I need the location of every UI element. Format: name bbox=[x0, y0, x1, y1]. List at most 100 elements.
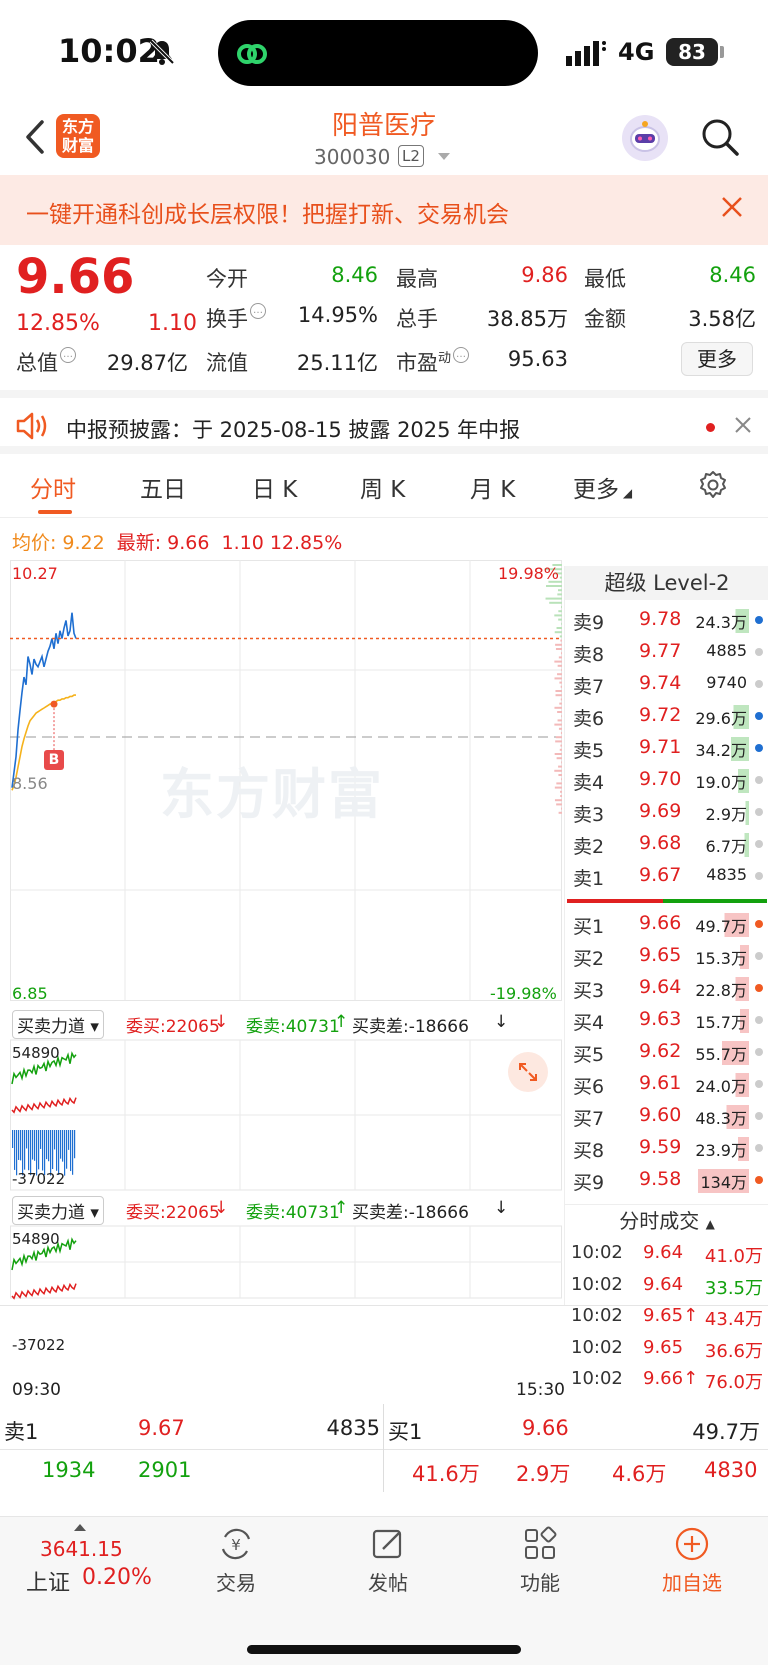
battery-tip bbox=[720, 46, 724, 58]
tab-intraday[interactable]: 分时 bbox=[30, 470, 76, 504]
ask-row[interactable]: 卖8 9.77 4885 bbox=[565, 636, 768, 668]
price-volume-bar bbox=[559, 635, 562, 638]
bid-row[interactable]: 买4 9.63 15.7万 bbox=[565, 1004, 768, 1036]
force-diff-bar bbox=[50, 1130, 52, 1176]
bid-volume: 15.3万 bbox=[693, 945, 749, 969]
nav-post[interactable]: 发帖 bbox=[328, 1525, 448, 1596]
more-button[interactable]: 更多 bbox=[681, 342, 753, 376]
turnover-label[interactable]: 换手… bbox=[206, 303, 266, 333]
trade-volume: 41.0万 bbox=[704, 1246, 763, 1267]
gear-icon[interactable] bbox=[698, 470, 728, 500]
summary-buy-vol: 49.7万 bbox=[692, 1420, 760, 1444]
bid-row[interactable]: 买1 9.66 49.7万 bbox=[565, 908, 768, 940]
price-volume-bar bbox=[554, 677, 562, 680]
status-dot bbox=[755, 776, 763, 784]
tab-weekly-k[interactable]: 周 K bbox=[360, 470, 405, 504]
trade-price: 9.64 bbox=[643, 1273, 684, 1295]
bid-label: 买4 bbox=[573, 1012, 605, 1034]
tab-five-day[interactable]: 五日 bbox=[140, 470, 186, 504]
bid-row[interactable]: 买2 9.65 15.3万 bbox=[565, 940, 768, 972]
ask-volume: 9740 bbox=[706, 673, 747, 692]
bid-label: 买8 bbox=[573, 1140, 605, 1162]
index-pct[interactable]: 0.20% bbox=[82, 1565, 152, 1590]
notice-text[interactable]: 中报预披露：于 2025-08-15 披露 2025 年中报 bbox=[66, 414, 520, 444]
ask-row[interactable]: 卖9 9.78 24.3万 bbox=[565, 604, 768, 636]
ask-row[interactable]: 卖3 9.69 2.9万 bbox=[565, 796, 768, 828]
bid-row[interactable]: 买5 9.62 55.7万 bbox=[565, 1036, 768, 1068]
intraday-chart[interactable]: 东方财富 10.27 19.98% 8.56 6.85 -19.98% B 买卖… bbox=[10, 560, 562, 1305]
price-volume-bar bbox=[560, 732, 562, 734]
ask-row[interactable]: 卖1 9.67 4835 bbox=[565, 860, 768, 892]
tab-monthly-k[interactable]: 月 K bbox=[470, 470, 515, 504]
pe-label[interactable]: 市盈动… bbox=[396, 347, 470, 377]
status-dot bbox=[755, 1112, 763, 1120]
tab-more[interactable]: 更多 ◢ bbox=[573, 470, 632, 504]
promo-banner[interactable]: 一键开通科创成长层权限！把握打新、交易机会 bbox=[0, 175, 768, 245]
price-volume-bar bbox=[561, 807, 562, 810]
tab-daily-k[interactable]: 日 K bbox=[252, 470, 297, 504]
level2-tag[interactable]: L2 bbox=[398, 145, 424, 167]
ask-row[interactable]: 卖2 9.68 6.7万 bbox=[565, 828, 768, 860]
price-volume-bar bbox=[554, 753, 562, 755]
summary-right-d: 4830 bbox=[704, 1458, 758, 1482]
search-icon[interactable] bbox=[700, 117, 740, 157]
index-value[interactable]: 3641.15 bbox=[40, 1537, 123, 1561]
close-icon[interactable] bbox=[734, 416, 752, 434]
nav-functions[interactable]: 功能 bbox=[480, 1525, 600, 1596]
promo-banner-text[interactable]: 一键开通科创成长层权限！把握打新、交易机会 bbox=[26, 195, 509, 229]
price-volume-bar bbox=[554, 614, 562, 617]
ask-row[interactable]: 卖7 9.74 9740 bbox=[565, 668, 768, 700]
info-icon[interactable]: … bbox=[60, 347, 76, 363]
last-price: 9.66 bbox=[16, 249, 135, 305]
summary-buy-label: 买1 bbox=[388, 1420, 423, 1444]
level2-title[interactable]: 超级 Level-2 bbox=[565, 566, 768, 600]
bid-price: 9.59 bbox=[639, 1136, 682, 1158]
ask-row[interactable]: 卖6 9.72 29.6万 bbox=[565, 700, 768, 732]
force-diff-bar bbox=[12, 1130, 14, 1148]
last-pct: 12.85% bbox=[269, 532, 343, 554]
ask-row[interactable]: 卖4 9.70 19.0万 bbox=[565, 764, 768, 796]
price-volume-bar bbox=[559, 681, 562, 684]
chart-tabs: 分时 五日 日 K 周 K 月 K 更多 ◢ bbox=[0, 454, 768, 518]
ask-price: 9.74 bbox=[639, 672, 682, 694]
bid-row[interactable]: 买6 9.61 24.0万 bbox=[565, 1068, 768, 1100]
indicator-select[interactable]: 买卖力道 ▾ bbox=[12, 1196, 104, 1225]
bid-row[interactable]: 买9 9.58 134万 bbox=[565, 1164, 768, 1196]
caret-down-icon[interactable] bbox=[438, 153, 450, 161]
info-icon[interactable]: … bbox=[453, 347, 470, 363]
bid-row[interactable]: 买7 9.60 48.3万 bbox=[565, 1100, 768, 1132]
bid-row[interactable]: 买3 9.64 22.8万 bbox=[565, 972, 768, 1004]
price-volume-bar bbox=[556, 627, 562, 629]
ask-label: 卖4 bbox=[573, 772, 605, 794]
assistant-robot-icon[interactable] bbox=[622, 115, 668, 161]
report-notice[interactable]: 中报预披露：于 2025-08-15 披露 2025 年中报 bbox=[0, 390, 768, 454]
ask-row[interactable]: 卖5 9.71 34.2万 bbox=[565, 732, 768, 764]
ask-label: 卖8 bbox=[573, 644, 605, 666]
status-dot bbox=[755, 984, 763, 992]
force-diff-bar bbox=[26, 1130, 28, 1149]
expand-icon[interactable] bbox=[508, 1052, 548, 1092]
close-icon[interactable] bbox=[720, 195, 744, 219]
trade-price: 9.64 bbox=[643, 1242, 684, 1263]
bid-row[interactable]: 买8 9.59 23.9万 bbox=[565, 1132, 768, 1164]
low-label: 最低 bbox=[584, 267, 626, 291]
price-volume-bar bbox=[560, 685, 562, 688]
nav-add-watchlist[interactable]: 加自选 bbox=[632, 1525, 752, 1596]
trades-header[interactable]: 分时成交 ▲ bbox=[565, 1204, 768, 1234]
info-icon[interactable]: … bbox=[250, 303, 266, 319]
summary-buy-price: 9.66 bbox=[522, 1416, 569, 1440]
down-arrow-icon: ↓ bbox=[494, 1198, 509, 1218]
trade-time: 10:02 bbox=[571, 1242, 623, 1263]
price-volume-bar bbox=[558, 765, 562, 768]
expand-button[interactable] bbox=[508, 1052, 548, 1092]
nav-trade[interactable]: ¥ 交易 bbox=[176, 1525, 296, 1596]
price-summary-line: 均价: 9.22 最新: 9.66 1.10 12.85% bbox=[12, 528, 348, 555]
indicator-select[interactable]: 买卖力道 ▾ bbox=[12, 1010, 104, 1039]
buy-marker[interactable]: B bbox=[44, 750, 64, 770]
mktcap-label[interactable]: 总值… bbox=[16, 347, 76, 377]
ask-label: 卖2 bbox=[573, 836, 605, 858]
ask-price: 9.72 bbox=[639, 704, 682, 726]
index-name[interactable]: 上证 bbox=[26, 1565, 70, 1597]
change-percent: 12.85% bbox=[16, 311, 100, 336]
force-diff-bar bbox=[64, 1130, 66, 1176]
